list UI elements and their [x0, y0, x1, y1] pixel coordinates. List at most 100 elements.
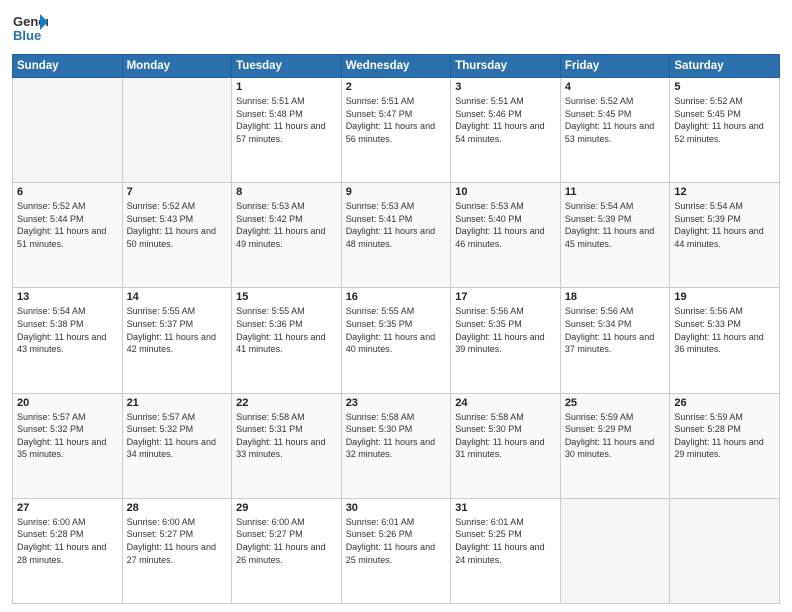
day-number: 11	[565, 186, 666, 198]
calendar-cell: 15Sunrise: 5:55 AM Sunset: 5:36 PM Dayli…	[232, 288, 342, 393]
day-number: 31	[455, 502, 556, 514]
weekday-header-sunday: Sunday	[13, 55, 123, 78]
day-number: 13	[17, 291, 118, 303]
calendar-week-3: 13 Sunrise: 5:54 AM Sunset: 5:38 PM Dayli…	[13, 288, 780, 393]
day-number: 27	[17, 502, 118, 514]
calendar-cell: 14Sunrise: 5:55 AM Sunset: 5:37 PM Dayli…	[122, 288, 232, 393]
day-info: Sunrise: 5:56 AM Sunset: 5:33 PM Dayligh…	[674, 305, 775, 355]
day-info: Sunrise: 5:59 AM Sunset: 5:29 PM Dayligh…	[565, 411, 666, 461]
day-number: 9	[346, 186, 447, 198]
calendar-cell	[13, 78, 123, 183]
calendar-cell: 5 Sunrise: 5:52 AM Sunset: 5:45 PM Daylig…	[670, 78, 780, 183]
calendar-week-2: 6Sunrise: 5:52 AM Sunset: 5:44 PM Daylig…	[13, 183, 780, 288]
calendar-cell: 18 Sunrise: 5:56 AM Sunset: 5:34 PM Dayli…	[560, 288, 670, 393]
day-number: 16	[346, 291, 447, 303]
calendar-cell	[670, 498, 780, 603]
calendar-cell: 19Sunrise: 5:56 AM Sunset: 5:33 PM Dayli…	[670, 288, 780, 393]
day-number: 21	[127, 397, 228, 409]
day-info: Sunrise: 5:55 AM Sunset: 5:35 PM Dayligh…	[346, 305, 447, 355]
calendar-cell: 29 Sunrise: 6:00 AM Sunset: 5:27 PM Dayli…	[232, 498, 342, 603]
day-number: 2	[346, 81, 447, 93]
day-info: Sunrise: 5:56 AM Sunset: 5:35 PM Dayligh…	[455, 305, 556, 355]
day-number: 10	[455, 186, 556, 198]
logo-svg: General Blue	[12, 10, 48, 46]
calendar-cell: 7 Sunrise: 5:52 AM Sunset: 5:43 PM Daylig…	[122, 183, 232, 288]
day-info: Sunrise: 6:00 AM Sunset: 5:27 PM Dayligh…	[127, 516, 228, 566]
day-info: Sunrise: 5:57 AM Sunset: 5:32 PM Dayligh…	[17, 411, 118, 461]
calendar-cell: 24Sunrise: 5:58 AM Sunset: 5:30 PM Dayli…	[451, 393, 561, 498]
calendar-cell: 25 Sunrise: 5:59 AM Sunset: 5:29 PM Dayli…	[560, 393, 670, 498]
day-info: Sunrise: 5:51 AM Sunset: 5:48 PM Dayligh…	[236, 95, 337, 145]
day-info: Sunrise: 5:54 AM Sunset: 5:39 PM Dayligh…	[565, 200, 666, 250]
logo: General Blue	[12, 10, 48, 46]
day-info: Sunrise: 6:00 AM Sunset: 5:27 PM Dayligh…	[236, 516, 337, 566]
day-info: Sunrise: 6:01 AM Sunset: 5:25 PM Dayligh…	[455, 516, 556, 566]
day-info: Sunrise: 5:54 AM Sunset: 5:38 PM Dayligh…	[17, 305, 118, 355]
calendar-cell: 10 Sunrise: 5:53 AM Sunset: 5:40 PM Dayli…	[451, 183, 561, 288]
calendar-cell: 8 Sunrise: 5:53 AM Sunset: 5:42 PM Daylig…	[232, 183, 342, 288]
day-number: 18	[565, 291, 666, 303]
day-number: 29	[236, 502, 337, 514]
day-number: 7	[127, 186, 228, 198]
calendar-cell: 6Sunrise: 5:52 AM Sunset: 5:44 PM Daylig…	[13, 183, 123, 288]
calendar-cell: 12Sunrise: 5:54 AM Sunset: 5:39 PM Dayli…	[670, 183, 780, 288]
day-info: Sunrise: 5:58 AM Sunset: 5:31 PM Dayligh…	[236, 411, 337, 461]
page-container: General Blue SundayMondayTuesdayWednesda…	[0, 0, 792, 612]
calendar-cell: 17 Sunrise: 5:56 AM Sunset: 5:35 PM Dayli…	[451, 288, 561, 393]
day-info: Sunrise: 5:53 AM Sunset: 5:42 PM Dayligh…	[236, 200, 337, 250]
calendar-cell	[560, 498, 670, 603]
calendar-cell: 31 Sunrise: 6:01 AM Sunset: 5:25 PM Dayli…	[451, 498, 561, 603]
calendar-cell: 16 Sunrise: 5:55 AM Sunset: 5:35 PM Dayli…	[341, 288, 451, 393]
day-info: Sunrise: 5:52 AM Sunset: 5:44 PM Dayligh…	[17, 200, 118, 250]
day-number: 17	[455, 291, 556, 303]
day-number: 26	[674, 397, 775, 409]
day-info: Sunrise: 6:00 AM Sunset: 5:28 PM Dayligh…	[17, 516, 118, 566]
day-info: Sunrise: 5:58 AM Sunset: 5:30 PM Dayligh…	[455, 411, 556, 461]
day-number: 28	[127, 502, 228, 514]
calendar-cell: 13 Sunrise: 5:54 AM Sunset: 5:38 PM Dayli…	[13, 288, 123, 393]
weekday-header-saturday: Saturday	[670, 55, 780, 78]
day-info: Sunrise: 5:52 AM Sunset: 5:43 PM Dayligh…	[127, 200, 228, 250]
day-number: 15	[236, 291, 337, 303]
weekday-header-tuesday: Tuesday	[232, 55, 342, 78]
weekday-header-thursday: Thursday	[451, 55, 561, 78]
day-info: Sunrise: 5:55 AM Sunset: 5:37 PM Dayligh…	[127, 305, 228, 355]
calendar-week-4: 20 Sunrise: 5:57 AM Sunset: 5:32 PM Dayli…	[13, 393, 780, 498]
day-number: 30	[346, 502, 447, 514]
day-info: Sunrise: 5:52 AM Sunset: 5:45 PM Dayligh…	[674, 95, 775, 145]
day-number: 23	[346, 397, 447, 409]
weekday-header-monday: Monday	[122, 55, 232, 78]
calendar-cell: 30Sunrise: 6:01 AM Sunset: 5:26 PM Dayli…	[341, 498, 451, 603]
calendar-week-1: 1 Sunrise: 5:51 AM Sunset: 5:48 PM Daylig…	[13, 78, 780, 183]
calendar-cell: 28 Sunrise: 6:00 AM Sunset: 5:27 PM Dayli…	[122, 498, 232, 603]
day-number: 1	[236, 81, 337, 93]
day-info: Sunrise: 5:51 AM Sunset: 5:47 PM Dayligh…	[346, 95, 447, 145]
calendar-cell: 4 Sunrise: 5:52 AM Sunset: 5:45 PM Daylig…	[560, 78, 670, 183]
day-info: Sunrise: 5:54 AM Sunset: 5:39 PM Dayligh…	[674, 200, 775, 250]
calendar-cell: 21Sunrise: 5:57 AM Sunset: 5:32 PM Dayli…	[122, 393, 232, 498]
calendar-table: SundayMondayTuesdayWednesdayThursdayFrid…	[12, 54, 780, 604]
day-number: 22	[236, 397, 337, 409]
day-number: 8	[236, 186, 337, 198]
day-info: Sunrise: 5:58 AM Sunset: 5:30 PM Dayligh…	[346, 411, 447, 461]
day-info: Sunrise: 5:53 AM Sunset: 5:40 PM Dayligh…	[455, 200, 556, 250]
weekday-header-wednesday: Wednesday	[341, 55, 451, 78]
calendar-cell: 27 Sunrise: 6:00 AM Sunset: 5:28 PM Dayli…	[13, 498, 123, 603]
day-number: 4	[565, 81, 666, 93]
day-number: 25	[565, 397, 666, 409]
day-info: Sunrise: 5:52 AM Sunset: 5:45 PM Dayligh…	[565, 95, 666, 145]
calendar-cell: 20 Sunrise: 5:57 AM Sunset: 5:32 PM Dayli…	[13, 393, 123, 498]
calendar-cell: 23 Sunrise: 5:58 AM Sunset: 5:30 PM Dayli…	[341, 393, 451, 498]
day-number: 20	[17, 397, 118, 409]
weekday-header-friday: Friday	[560, 55, 670, 78]
day-info: Sunrise: 5:51 AM Sunset: 5:46 PM Dayligh…	[455, 95, 556, 145]
calendar-cell: 1 Sunrise: 5:51 AM Sunset: 5:48 PM Daylig…	[232, 78, 342, 183]
header: General Blue	[12, 10, 780, 46]
svg-text:Blue: Blue	[13, 28, 41, 43]
calendar-cell: 11 Sunrise: 5:54 AM Sunset: 5:39 PM Dayli…	[560, 183, 670, 288]
day-number: 5	[674, 81, 775, 93]
calendar-cell: 2 Sunrise: 5:51 AM Sunset: 5:47 PM Daylig…	[341, 78, 451, 183]
day-number: 3	[455, 81, 556, 93]
weekday-header-row: SundayMondayTuesdayWednesdayThursdayFrid…	[13, 55, 780, 78]
day-info: Sunrise: 5:56 AM Sunset: 5:34 PM Dayligh…	[565, 305, 666, 355]
